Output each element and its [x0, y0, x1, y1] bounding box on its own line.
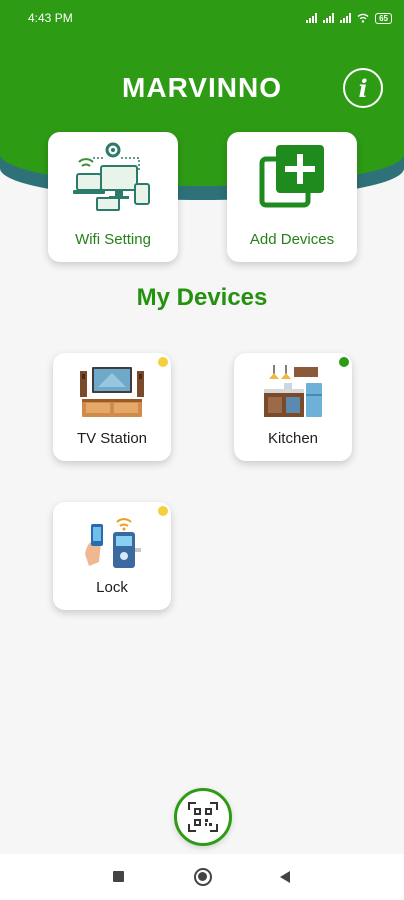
battery-indicator: 65 [375, 12, 392, 24]
home-button[interactable] [194, 868, 212, 886]
recent-apps-button[interactable] [113, 871, 124, 882]
device-status-dot [158, 506, 168, 516]
status-icons: 65 [306, 12, 392, 24]
wifi-devices-icon [73, 142, 150, 211]
device-status-dot [339, 357, 349, 367]
device-card-lock[interactable]: Lock [53, 502, 171, 610]
qr-scan-button[interactable] [174, 788, 232, 846]
signal-icon [306, 13, 318, 23]
add-devices-card[interactable]: Add Devices [227, 132, 357, 262]
add-devices-label: Add Devices [249, 231, 335, 248]
device-label: TV Station [76, 430, 148, 447]
qr-code-icon [188, 802, 218, 832]
info-icon: i [358, 73, 368, 103]
wifi-icon [357, 13, 369, 23]
device-status-dot [158, 357, 168, 367]
back-button[interactable] [279, 870, 291, 884]
status-bar: 4:43 PM 65 [0, 0, 404, 36]
signal-icon [323, 13, 335, 23]
tv-station-icon [80, 367, 144, 417]
device-card-kitchen[interactable]: Kitchen [234, 353, 352, 461]
device-card-tv-station[interactable]: TV Station [53, 353, 171, 461]
status-time: 4:43 PM [28, 11, 73, 25]
info-button[interactable]: i [343, 68, 383, 108]
device-label: Kitchen [267, 430, 319, 447]
system-nav-bar [0, 854, 404, 900]
wifi-setting-card[interactable]: Wifi Setting [48, 132, 178, 262]
add-square-icon [259, 145, 324, 208]
smart-lock-icon [85, 518, 141, 568]
kitchen-icon [264, 365, 322, 417]
device-label: Lock [96, 579, 128, 596]
signal-icon [340, 13, 352, 23]
wifi-setting-label: Wifi Setting [75, 231, 151, 248]
section-title: My Devices [136, 284, 268, 311]
